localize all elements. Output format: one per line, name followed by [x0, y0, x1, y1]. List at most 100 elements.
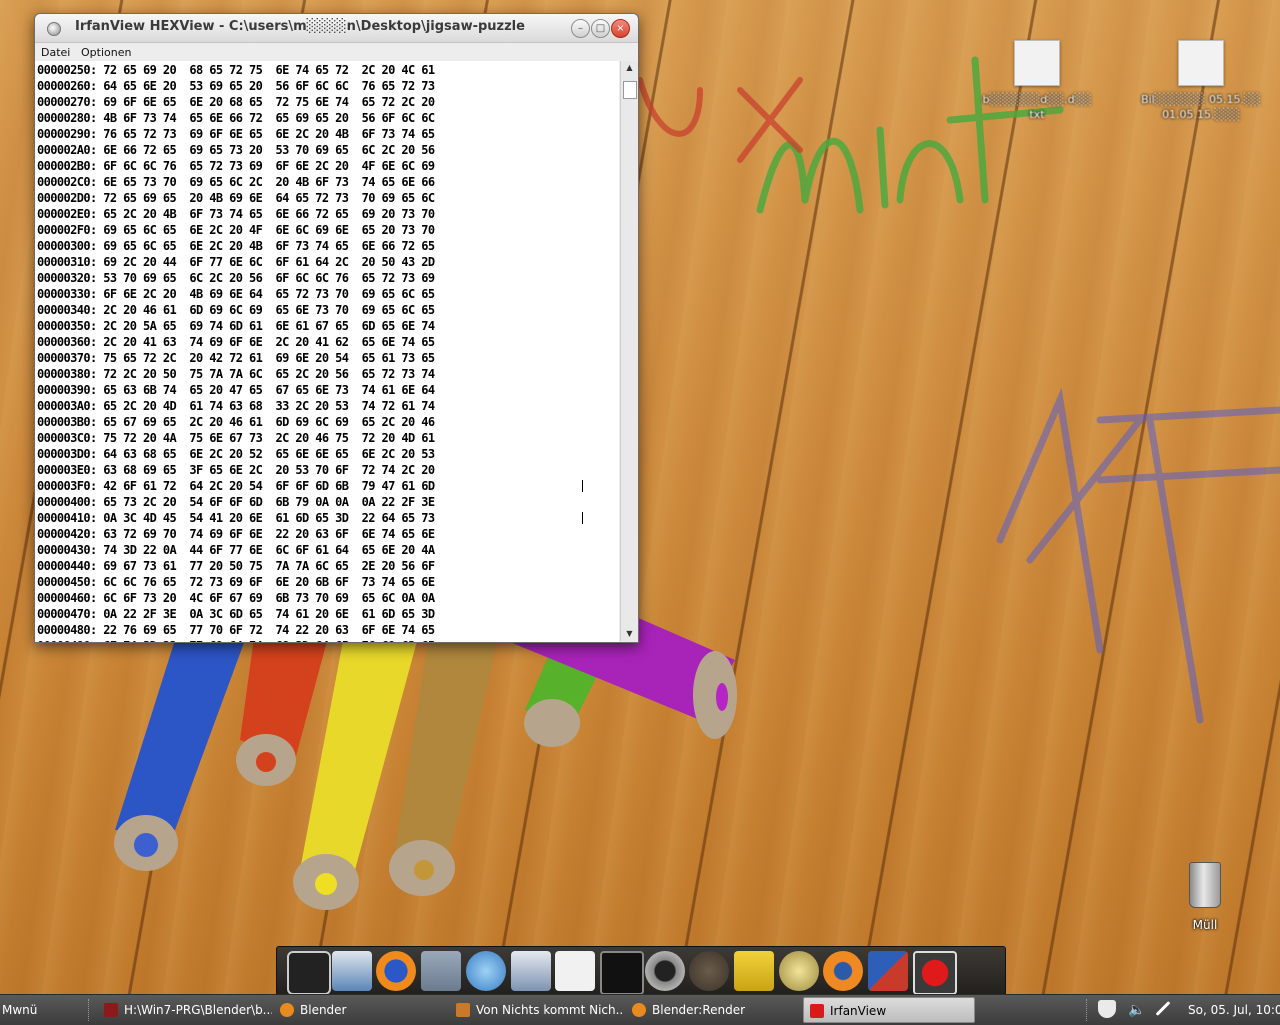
- blender-icon: [280, 1003, 294, 1017]
- panel-separator: [1086, 999, 1089, 1021]
- scroll-down-icon[interactable]: ▼: [621, 627, 638, 641]
- blender-icon: [632, 1003, 646, 1017]
- menu-datei[interactable]: Datei: [41, 46, 70, 59]
- desktop-icon-sublabel: txt: [1029, 108, 1045, 121]
- task-image-viewer[interactable]: Von Nichts kommt Nich...: [456, 997, 624, 1023]
- hex-line: 000002C0: 6E 65 73 70 69 65 6C 2C 20 4B …: [37, 175, 435, 189]
- text-file-icon: [1014, 40, 1060, 86]
- desktop-icon-label: b░░░░░░d░░.d░░: [982, 93, 1092, 106]
- desktop-icon-image-file[interactable]: Bil░░░░░░ 05.15.░░ 01.05.15.░░░: [1136, 40, 1266, 122]
- maximize-button[interactable]: □: [591, 19, 610, 38]
- hex-line: 000002A0: 6E 66 72 65 69 65 73 20 53 70 …: [37, 143, 435, 157]
- wine-icon: [104, 1003, 118, 1017]
- hex-line: 000003A0: 65 2C 20 4D 61 74 63 68 33 2C …: [37, 399, 435, 413]
- hex-line: 00000310: 69 2C 20 44 6F 77 6E 6C 6F 61 …: [37, 255, 435, 269]
- task-label: Blender: [300, 1003, 347, 1017]
- system-monitor-icon[interactable]: [599, 951, 644, 995]
- image-icon: [456, 1003, 470, 1017]
- window-icon[interactable]: [331, 951, 372, 991]
- power-icon[interactable]: [287, 951, 331, 995]
- window-menu-icon[interactable]: [47, 22, 61, 36]
- hex-line: 00000450: 6C 6C 76 65 72 73 69 6F 6E 20 …: [37, 575, 435, 589]
- blender-icon[interactable]: [823, 951, 864, 991]
- window-title: IrfanView HEXView - C:\users\m░░░░n\Desk…: [75, 19, 525, 34]
- trash-label: Müll: [1192, 918, 1218, 932]
- desktop-icon-sublabel: 01.05.15.░░░: [1162, 108, 1240, 121]
- speaker-icon[interactable]: [778, 951, 819, 991]
- task-label: Blender:Render: [652, 1003, 746, 1017]
- browser-icon[interactable]: [465, 951, 506, 991]
- hex-line: 00000390: 65 63 6B 74 65 20 47 65 67 65 …: [37, 383, 435, 397]
- trash-icon: [1189, 862, 1221, 908]
- hex-line: 00000370: 75 65 72 2C 20 42 72 61 69 6E …: [37, 351, 435, 365]
- vertical-scrollbar[interactable]: ▲ ▼: [620, 61, 638, 641]
- hex-line: 00000250: 72 65 69 20 68 65 72 75 6E 74 …: [37, 63, 435, 77]
- hex-line: 000003F0: 42 6F 61 72 64 2C 20 54 6F 6F …: [37, 479, 435, 493]
- scroll-up-icon[interactable]: ▲: [621, 61, 638, 75]
- menu-button[interactable]: Mwnü: [2, 997, 82, 1023]
- hex-line: 00000380: 72 2C 20 50 75 7A 7A 6C 65 2C …: [37, 367, 435, 381]
- folder-icon[interactable]: [421, 951, 462, 991]
- task-label: Von Nichts kommt Nich...: [476, 1003, 624, 1017]
- hex-line: 00000280: 4B 6F 73 74 65 6E 66 72 65 69 …: [37, 111, 435, 125]
- webcam-icon[interactable]: [644, 951, 685, 991]
- title-bar[interactable]: IrfanView HEXView - C:\users\m░░░░n\Desk…: [35, 14, 638, 43]
- close-button[interactable]: ×: [611, 19, 630, 38]
- panel-separator: [88, 999, 91, 1021]
- hex-line: 00000270: 69 6F 6E 65 6E 20 68 65 72 75 …: [37, 95, 435, 109]
- hex-line: 000002D0: 72 65 69 65 20 4B 69 6E 64 65 …: [37, 191, 435, 205]
- hex-line: 000002B0: 6F 6C 6C 76 65 72 73 69 6F 6E …: [37, 159, 435, 173]
- hex-line: 00000260: 64 65 6E 20 53 69 65 20 56 6F …: [37, 79, 435, 93]
- hex-content-area[interactable]: 00000250: 72 65 69 20 68 65 72 75 6E 74 …: [35, 61, 619, 642]
- volume-icon[interactable]: 🔈: [1128, 997, 1148, 1023]
- task-irfanview[interactable]: IrfanView: [803, 997, 975, 1023]
- hex-line: 000003B0: 65 67 69 65 2C 20 46 61 6D 69 …: [37, 415, 435, 429]
- image-file-icon: [1178, 40, 1224, 86]
- desktop-icon-label: Bil░░░░░░ 05.15.░░: [1141, 93, 1261, 106]
- menu-bar: Datei Optionen: [35, 43, 638, 61]
- task-blender-render[interactable]: Blender:Render: [632, 997, 792, 1023]
- hex-line: 00000360: 2C 20 41 63 74 69 6F 6E 2C 20 …: [37, 335, 435, 349]
- hexview-window: IrfanView HEXView - C:\users\m░░░░n\Desk…: [34, 13, 639, 643]
- task-wine-blender-folder[interactable]: H:\Win7-PRG\Blender\b...: [104, 997, 272, 1023]
- mail-icon[interactable]: [510, 951, 551, 991]
- irfanview-icon: [810, 1004, 824, 1018]
- irfanview-icon[interactable]: [912, 951, 957, 995]
- hex-line: 00000400: 65 73 2C 20 54 6F 6F 6D 6B 79 …: [37, 495, 435, 509]
- hex-line: 00000420: 63 72 69 70 74 69 6F 6E 22 20 …: [37, 527, 435, 541]
- desktop-icon-text-file[interactable]: b░░░░░░d░░.d░░ txt: [972, 40, 1102, 122]
- hex-line: 00000480: 22 76 69 65 77 70 6F 72 74 22 …: [37, 623, 435, 637]
- text-cursor: [582, 480, 583, 492]
- hex-line: 000003D0: 64 63 68 65 6E 2C 20 52 65 6E …: [37, 447, 435, 461]
- hex-line: 000002E0: 65 2C 20 4B 6F 73 74 65 6E 66 …: [37, 207, 435, 221]
- hex-line: 00000290: 76 65 72 73 69 6F 6E 65 6E 2C …: [37, 127, 435, 141]
- menu-optionen[interactable]: Optionen: [81, 46, 131, 59]
- desktop-icon-trash[interactable]: Müll: [1182, 862, 1228, 932]
- pen-tool-icon[interactable]: [1154, 997, 1178, 1023]
- bottom-panel: Mwnü H:\Win7-PRG\Blender\b... Blender Vo…: [0, 994, 1280, 1025]
- clock[interactable]: So, 05. Jul, 10:05: [1188, 997, 1280, 1023]
- hex-line: 000003C0: 75 72 20 4A 75 6E 67 73 2C 20 …: [37, 431, 435, 445]
- tools-icon[interactable]: [734, 951, 774, 991]
- document-icon[interactable]: [555, 951, 596, 991]
- text-cursor: [582, 512, 583, 524]
- hex-line: 00000470: 0A 22 2F 3E 0A 3C 6D 65 74 61 …: [37, 607, 435, 621]
- task-label: H:\Win7-PRG\Blender\b...: [124, 1003, 272, 1017]
- hex-line: 000003E0: 63 68 69 65 3F 65 6E 2C 20 53 …: [37, 463, 435, 477]
- hex-line: 00000300: 69 65 6C 65 6E 2C 20 4B 6F 73 …: [37, 239, 435, 253]
- hex-line: 00000430: 74 3D 22 0A 44 6F 77 6E 6C 6F …: [37, 543, 435, 557]
- security-shield-icon[interactable]: [1098, 997, 1120, 1023]
- task-label: IrfanView: [830, 1004, 887, 1018]
- minimize-button[interactable]: –: [571, 19, 590, 38]
- hex-line: 00000460: 6C 6F 73 20 4C 6F 67 69 6B 73 …: [37, 591, 435, 605]
- hex-line: 000002F0: 69 65 6C 65 6E 2C 20 4F 6E 6C …: [37, 223, 435, 237]
- hex-lines: 00000250: 72 65 69 20 68 65 72 75 6E 74 …: [37, 62, 435, 642]
- paint-brush-icon[interactable]: [868, 951, 909, 991]
- scrollbar-thumb[interactable]: [623, 81, 637, 99]
- hex-line: 00000350: 2C 20 5A 65 69 74 6D 61 6E 61 …: [37, 319, 435, 333]
- firefox-icon[interactable]: [376, 951, 417, 991]
- hex-line: 00000440: 69 67 73 61 77 20 50 75 7A 7A …: [37, 559, 435, 573]
- gimp-icon[interactable]: [689, 951, 730, 991]
- task-blender[interactable]: Blender: [280, 997, 440, 1023]
- hex-line: 00000490: 6E 74 3D 22 77 69 64 74 68 3D …: [37, 638, 435, 642]
